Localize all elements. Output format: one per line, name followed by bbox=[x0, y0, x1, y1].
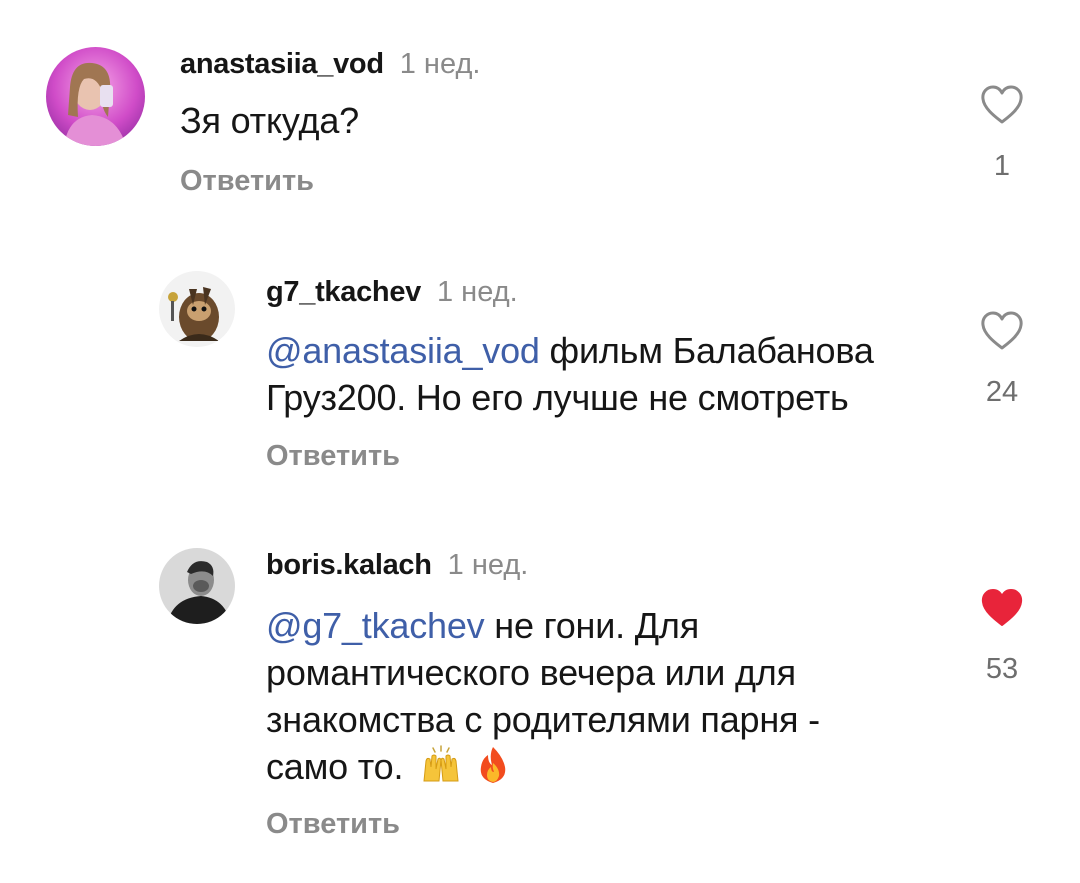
reply-button[interactable]: Ответить bbox=[266, 442, 400, 471]
like-control[interactable]: 24 bbox=[962, 310, 1042, 407]
comment-header: anastasiia_vod 1 нед. bbox=[180, 50, 480, 79]
comment-text: Зя откуда? bbox=[180, 97, 359, 144]
mention-link[interactable]: @anastasiia_vod bbox=[266, 330, 540, 371]
timestamp: 1 нед. bbox=[437, 276, 518, 308]
raising-hands-icon bbox=[421, 745, 461, 796]
comment-boris-kalach: boris.kalach 1 нед. @g7_tkachev не гони. … bbox=[0, 530, 1080, 883]
heart-outline-icon[interactable] bbox=[979, 310, 1025, 352]
like-control[interactable]: 53 bbox=[962, 587, 1042, 684]
like-count: 53 bbox=[985, 653, 1019, 685]
mention-link[interactable]: @g7_tkachev bbox=[266, 605, 485, 646]
fire-icon bbox=[475, 745, 511, 796]
comment-text-line-3: знакомства с родителями парня - bbox=[266, 699, 820, 740]
username[interactable]: boris.kalach bbox=[266, 549, 432, 581]
comment-header: g7_tkachev 1 нед. bbox=[266, 278, 518, 307]
timestamp: 1 нед. bbox=[447, 549, 529, 581]
avatar[interactable] bbox=[46, 47, 145, 146]
like-count: 1 bbox=[993, 150, 1011, 182]
like-count: 24 bbox=[985, 376, 1019, 408]
comment-text-line-2: Груз200. Но его лучше не смотреть bbox=[266, 377, 849, 418]
comment-text: @anastasiia_vod фильм Балабанова Груз200… bbox=[266, 327, 956, 421]
comment-g7-tkachev: g7_tkachev 1 нед. @anastasiia_vod фильм Б… bbox=[0, 240, 1080, 530]
timestamp: 1 нед. bbox=[399, 48, 481, 80]
reply-button[interactable]: Ответить bbox=[180, 167, 314, 196]
username[interactable]: g7_tkachev bbox=[266, 276, 421, 308]
comment-text-line-1: не гони. Для bbox=[484, 605, 700, 646]
reply-button[interactable]: Ответить bbox=[266, 810, 400, 839]
comment-text-body: Зя откуда? bbox=[180, 100, 359, 141]
comment-anastasiia-vod: anastasiia_vod 1 нед. Зя откуда? Ответить… bbox=[0, 0, 1080, 240]
comment-text-line-1: фильм Балабанова bbox=[539, 330, 874, 371]
comment-text-line-4: само то. bbox=[266, 746, 404, 787]
comment-text-line-2: романтического вечера или для bbox=[266, 652, 796, 693]
avatar[interactable] bbox=[159, 271, 235, 347]
username[interactable]: anastasiia_vod bbox=[180, 48, 384, 80]
comment-text: @g7_tkachev не гони. Для романтического … bbox=[266, 602, 956, 796]
comment-header: boris.kalach 1 нед. bbox=[266, 551, 528, 580]
heart-filled-icon[interactable] bbox=[979, 587, 1025, 629]
avatar[interactable] bbox=[159, 548, 235, 624]
heart-outline-icon[interactable] bbox=[979, 84, 1025, 126]
like-control[interactable]: 1 bbox=[962, 84, 1042, 181]
